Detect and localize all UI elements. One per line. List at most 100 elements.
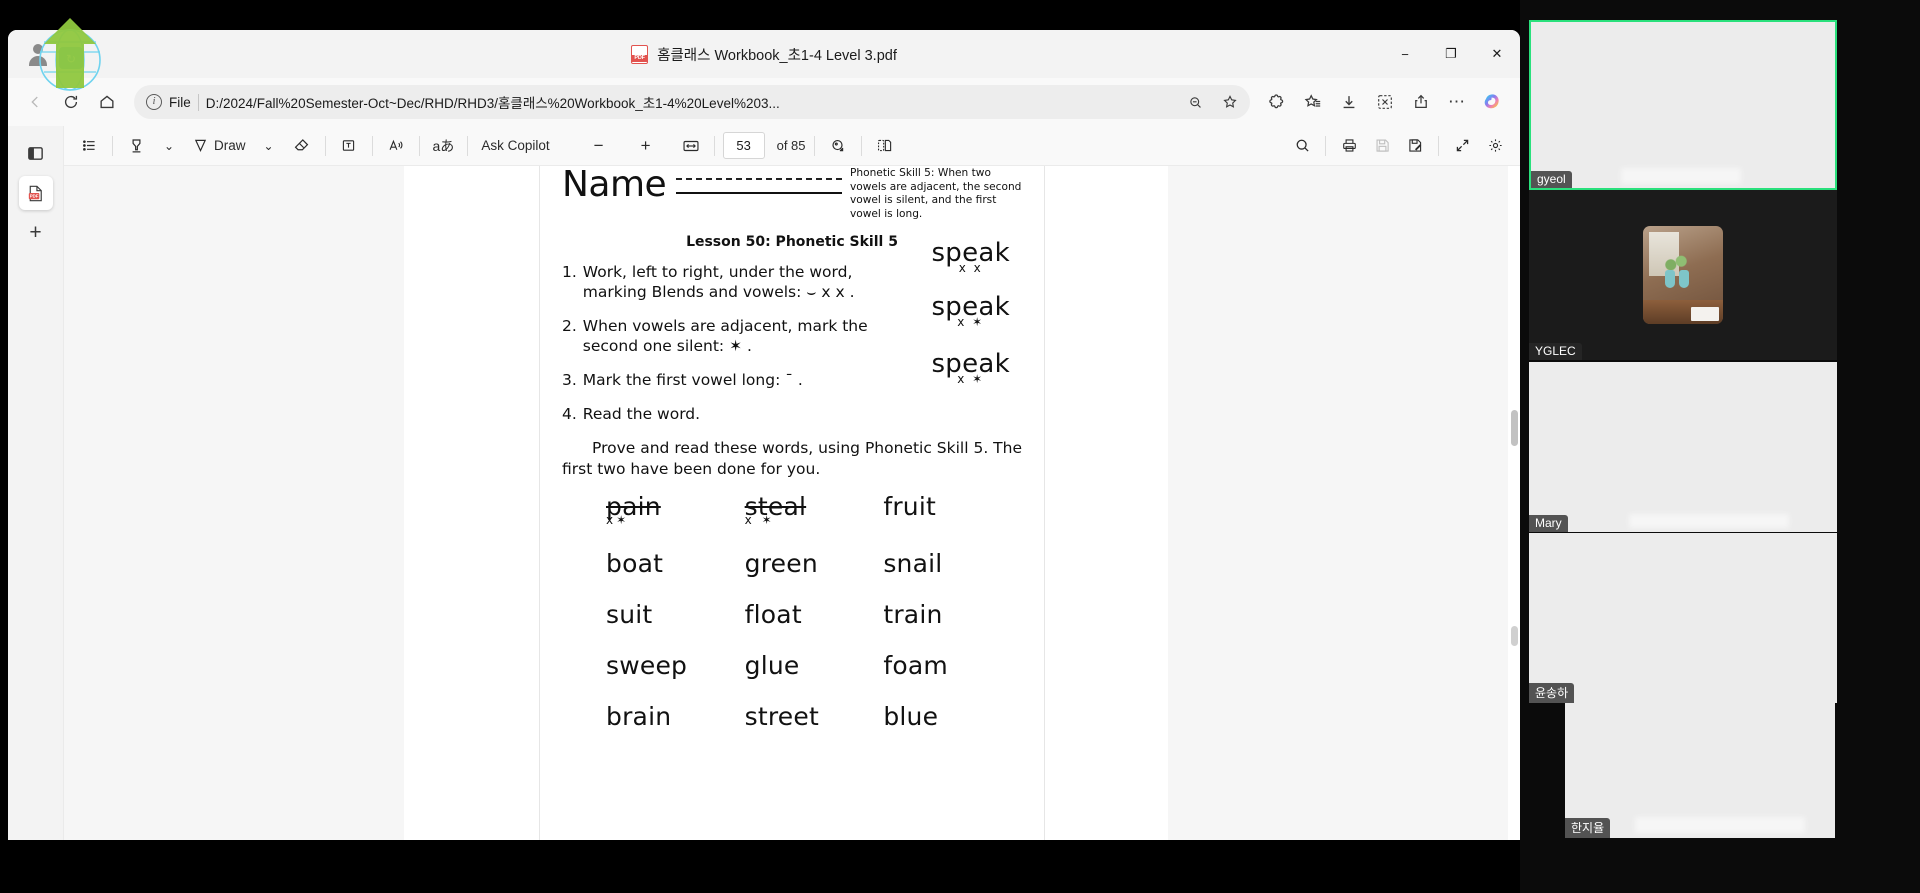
word-cell: brain — [606, 702, 672, 731]
pdf-toolbar: ⌄ Draw ⌄ aあ Ask Copilot − + 53 of 85 — [64, 126, 1520, 166]
word-cell: boat — [606, 549, 664, 578]
save-icon — [1367, 131, 1397, 161]
page-number-input[interactable]: 53 — [722, 132, 765, 159]
file-scheme-label: File — [169, 94, 191, 110]
print-icon[interactable] — [1334, 131, 1364, 161]
toolbar-divider-2 — [324, 135, 326, 156]
word-cell: sweep — [606, 651, 688, 680]
sample-word-3: speak x ✶ — [931, 349, 1010, 386]
url-text[interactable]: D:/2024/Fall%20Semester-Oct~Dec/RHD/RHD3… — [206, 92, 1174, 112]
settings-icon[interactable] — [1480, 131, 1510, 161]
svg-text:PDF: PDF — [30, 193, 39, 198]
pdf-tab-icon[interactable]: PDF — [18, 176, 53, 210]
step-text: When vowels are adjacent, mark the secon… — [583, 316, 883, 356]
prove-line-2: first two have been done for you. — [562, 460, 821, 478]
scrollbar-thumb[interactable] — [1511, 410, 1518, 446]
address-divider — [197, 93, 199, 111]
scrollbar-marker — [1511, 626, 1518, 646]
toolbar-divider-3 — [371, 135, 373, 156]
phonetic-skill-note: Phonetic Skill 5: When two vowels are ad… — [850, 167, 1022, 220]
add-tab-button[interactable]: + — [19, 216, 53, 250]
toolbar-divider-8 — [860, 135, 862, 156]
window-title: 홈클래스 Workbook_초1-4 Level 3.pdf — [657, 47, 897, 64]
share-button[interactable] — [1404, 85, 1438, 119]
panel-toggle-icon[interactable] — [19, 136, 53, 170]
video-call-panel: gyeol YGLEC Mary 윤송하 한지율 — [1520, 0, 1920, 893]
participant-tile[interactable]: Mary — [1529, 362, 1837, 532]
save-as-icon[interactable] — [1400, 131, 1430, 161]
draw-dropdown[interactable]: ⌄ — [254, 131, 284, 161]
read-aloud-icon[interactable] — [381, 131, 411, 161]
participant-name: 윤송하 — [1529, 683, 1575, 703]
page-scrollbar[interactable] — [1508, 166, 1520, 840]
close-button[interactable]: ✕ — [1474, 30, 1520, 78]
participant-tile[interactable]: 한지율 — [1565, 668, 1835, 838]
add-text-icon[interactable] — [334, 131, 364, 161]
thumb-vase-1 — [1665, 270, 1675, 288]
pdf-viewer: PDF + ⌄ Draw ⌄ aあ Ask Copilot − + 53 of … — [8, 126, 1520, 840]
word-marks: x✶ — [606, 513, 630, 527]
draw-button[interactable]: Draw — [187, 131, 251, 161]
translate-icon[interactable]: aあ — [428, 131, 460, 161]
instruction-step-4: 4. Read the word. — [562, 404, 1022, 424]
word-cell: pain x✶ — [606, 492, 745, 527]
toolbar-divider — [112, 135, 113, 156]
copilot-button[interactable] — [1476, 85, 1510, 119]
word-cell: suit — [606, 600, 653, 629]
sample-word-1: speak x x — [931, 238, 1010, 275]
more-options-button[interactable]: ⋯ — [1440, 85, 1474, 119]
word-cell: snail — [883, 549, 943, 578]
highlighter-dropdown[interactable]: ⌄ — [154, 131, 184, 161]
minimize-button[interactable]: − — [1382, 30, 1428, 78]
highlighter-icon[interactable] — [121, 131, 151, 161]
title-bar: 홈클래스 Workbook_초1-4 Level 3.pdf − ❐ ✕ — [8, 30, 1520, 78]
rotate-icon[interactable] — [823, 131, 853, 161]
participant-tile[interactable]: gyeol — [1529, 20, 1837, 190]
site-info-icon[interactable]: i — [146, 94, 162, 110]
screen: 홈클래스 Workbook_초1-4 Level 3.pdf − ❐ ✕ i F… — [0, 0, 1920, 893]
zoom-in-button[interactable]: + — [631, 131, 661, 161]
step-text: Work, left to right, under the word, mar… — [583, 262, 883, 302]
window-title-group: 홈클래스 Workbook_초1-4 Level 3.pdf — [8, 30, 1520, 78]
word-cell: float — [744, 600, 802, 629]
extensions-button[interactable] — [1260, 85, 1294, 119]
participant-name: 한지율 — [1565, 818, 1611, 838]
thumb-paper — [1691, 307, 1719, 321]
thumb-vase-2 — [1679, 270, 1689, 288]
page-total-label: of 85 — [776, 138, 806, 153]
participant-tile[interactable]: YGLEC — [1529, 190, 1837, 360]
screenshot-button[interactable] — [1368, 85, 1402, 119]
page-view-icon[interactable] — [870, 131, 900, 161]
word-cell: green — [744, 549, 818, 578]
page-flank-left — [64, 166, 404, 840]
word-cell: steal x ✶ — [745, 492, 884, 527]
maximize-button[interactable]: ❐ — [1428, 30, 1474, 78]
favorite-star-icon[interactable] — [1216, 88, 1244, 116]
step-body: Mark the first vowel long: — [582, 371, 781, 389]
fullscreen-icon[interactable] — [1447, 131, 1477, 161]
search-icon[interactable] — [1287, 131, 1317, 161]
draw-label: Draw — [214, 138, 246, 153]
address-bar[interactable]: i File D:/2024/Fall%20Semester-Oct~Dec/R… — [134, 85, 1250, 119]
video-feed — [1565, 668, 1835, 838]
step-mark: ✶ . — [729, 337, 752, 355]
feed-blur — [1629, 514, 1789, 528]
table-of-contents-icon[interactable] — [74, 131, 104, 161]
zoom-out-icon[interactable] — [1181, 88, 1209, 116]
ask-copilot-button[interactable]: Ask Copilot — [476, 131, 554, 161]
step-mark: ⌣ x x . — [806, 283, 855, 301]
step-mark: ¯ . — [785, 371, 803, 389]
prove-instruction: Prove and read these words, using Phonet… — [562, 438, 1022, 480]
collections-button[interactable] — [1296, 85, 1330, 119]
eraser-icon[interactable] — [287, 131, 317, 161]
word-cell: street — [744, 702, 819, 731]
pdf-page-area[interactable]: Name Phonetic Skill 5: When two vowels a… — [64, 166, 1520, 840]
feed-blur — [1621, 168, 1741, 184]
zoom-out-button[interactable]: − — [584, 131, 614, 161]
participant-name: YGLEC — [1529, 343, 1582, 360]
word-cell: foam — [883, 651, 948, 680]
downloads-button[interactable] — [1332, 85, 1366, 119]
fit-width-icon[interactable] — [676, 131, 706, 161]
feed-blur — [1635, 817, 1805, 833]
sample-word-2: speak x ✶ — [931, 292, 1010, 329]
